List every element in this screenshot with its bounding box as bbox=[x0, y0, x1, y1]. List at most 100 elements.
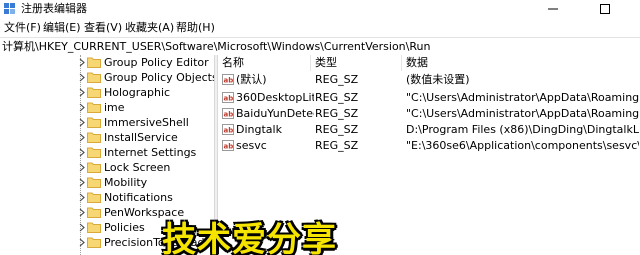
menu-view[interactable]: 查看(V) bbox=[84, 20, 122, 35]
value-name: BaiduYunDetect bbox=[236, 107, 314, 120]
tree-item-label: Policies bbox=[104, 221, 145, 234]
menu-help[interactable]: 帮助(H) bbox=[176, 20, 215, 35]
chevron-right-icon[interactable] bbox=[78, 133, 86, 142]
tree-item[interactable]: Group Policy Editor bbox=[0, 55, 214, 70]
string-value-icon: ab bbox=[222, 124, 234, 135]
svg-text:ab: ab bbox=[224, 95, 234, 103]
tree-item-label: Mobility bbox=[104, 176, 148, 189]
folder-icon bbox=[87, 147, 101, 158]
value-type: REG_SZ bbox=[315, 139, 359, 152]
value-type: REG_SZ bbox=[315, 107, 359, 120]
value-data: "C:\Users\Administrator\AppData\Roaming\… bbox=[406, 107, 639, 120]
string-value-icon: ab bbox=[222, 140, 234, 151]
value-row[interactable]: ab BaiduYunDetect REG_SZ "C:\Users\Admin… bbox=[218, 106, 640, 121]
folder-icon bbox=[87, 192, 101, 203]
tree-item[interactable]: Lock Screen bbox=[0, 160, 214, 175]
value-data: (数值未设置) bbox=[406, 73, 470, 86]
menu-favorites[interactable]: 收藏夹(A) bbox=[125, 20, 174, 35]
column-header-name[interactable]: 名称 bbox=[222, 55, 244, 71]
folder-icon bbox=[87, 222, 101, 233]
column-divider[interactable] bbox=[401, 55, 402, 71]
tree-item[interactable]: Group Policy Objects bbox=[0, 70, 214, 85]
folder-icon bbox=[87, 72, 101, 83]
window-title: 注册表编辑器 bbox=[21, 2, 87, 15]
tree-item[interactable]: ime bbox=[0, 100, 214, 115]
value-row[interactable]: ab 360DesktopLite REG_SZ "C:\Users\Admin… bbox=[218, 90, 640, 105]
tree-item[interactable]: InstallService bbox=[0, 130, 214, 145]
tree-item[interactable]: Mobility bbox=[0, 175, 214, 190]
tree-item[interactable]: PenWorkspace bbox=[0, 205, 214, 220]
chevron-right-icon[interactable] bbox=[78, 163, 86, 172]
registry-editor-icon bbox=[4, 3, 15, 14]
string-value-icon: ab bbox=[222, 92, 234, 103]
string-value-icon: ab bbox=[222, 108, 234, 119]
tree-item-label: Holographic bbox=[104, 86, 171, 99]
value-name: 360DesktopLite bbox=[236, 91, 314, 104]
column-divider[interactable] bbox=[310, 55, 311, 71]
chevron-right-icon[interactable] bbox=[78, 223, 86, 232]
column-header-type[interactable]: 类型 bbox=[315, 55, 337, 71]
folder-icon bbox=[87, 87, 101, 98]
chevron-right-icon[interactable] bbox=[78, 88, 86, 97]
menu-file[interactable]: 文件(F) bbox=[4, 20, 41, 35]
address-bar[interactable]: 计算机\HKEY_CURRENT_USER\Software\Microsoft… bbox=[0, 37, 640, 56]
chevron-right-icon[interactable] bbox=[78, 193, 86, 202]
tree-item-label: Lock Screen bbox=[104, 161, 171, 174]
chevron-right-icon[interactable] bbox=[78, 208, 86, 217]
value-name: (默认) bbox=[236, 73, 267, 86]
value-type: REG_SZ bbox=[315, 123, 359, 136]
tree-item[interactable]: Holographic bbox=[0, 85, 214, 100]
tree-item-label: Group Policy Editor bbox=[104, 56, 209, 69]
string-value-icon: ab bbox=[222, 74, 234, 85]
folder-icon bbox=[87, 132, 101, 143]
chevron-right-icon[interactable] bbox=[78, 73, 86, 82]
watermark-caption: 技术爱分享 bbox=[162, 220, 337, 255]
maximize-icon bbox=[600, 4, 610, 14]
tree-item-label: InstallService bbox=[104, 131, 178, 144]
chevron-right-icon[interactable] bbox=[78, 148, 86, 157]
chevron-right-icon[interactable] bbox=[78, 178, 86, 187]
registry-editor-window: 注册表编辑器 文件(F) 编辑(E) 查看(V) 收藏夹(A) 帮助(H) 计算… bbox=[0, 0, 640, 255]
title-bar[interactable]: 注册表编辑器 bbox=[0, 0, 640, 18]
value-row[interactable]: ab (默认) REG_SZ (数值未设置) bbox=[218, 72, 640, 87]
chevron-right-icon[interactable] bbox=[78, 118, 86, 127]
tree-item[interactable]: Internet Settings bbox=[0, 145, 214, 160]
maximize-button[interactable] bbox=[588, 0, 622, 18]
menu-bar: 文件(F) 编辑(E) 查看(V) 收藏夹(A) 帮助(H) bbox=[0, 19, 640, 36]
folder-icon bbox=[87, 117, 101, 128]
tree-item-label: ime bbox=[104, 101, 125, 114]
folder-icon bbox=[87, 237, 101, 248]
minimize-button[interactable] bbox=[536, 0, 570, 18]
folder-icon bbox=[87, 102, 101, 113]
folder-icon bbox=[87, 162, 101, 173]
value-data: "C:\Users\Administrator\AppData\Roaming\… bbox=[406, 91, 639, 104]
chevron-right-icon[interactable] bbox=[78, 103, 86, 112]
value-type: REG_SZ bbox=[315, 91, 359, 104]
chevron-right-icon[interactable] bbox=[78, 58, 86, 67]
tree-item[interactable]: Notifications bbox=[0, 190, 214, 205]
value-row[interactable]: ab Dingtalk REG_SZ D:\Program Files (x86… bbox=[218, 122, 640, 137]
folder-icon bbox=[87, 207, 101, 218]
tree-item-label: Notifications bbox=[104, 191, 173, 204]
folder-icon bbox=[87, 57, 101, 68]
column-header-data[interactable]: 数据 bbox=[406, 55, 428, 71]
menu-edit[interactable]: 编辑(E) bbox=[43, 20, 81, 35]
address-path[interactable]: 计算机\HKEY_CURRENT_USER\Software\Microsoft… bbox=[2, 39, 430, 54]
value-name: sesvc bbox=[236, 139, 267, 152]
tree-item-label: PenWorkspace bbox=[104, 206, 185, 219]
chevron-right-icon[interactable] bbox=[78, 238, 86, 247]
value-row[interactable]: ab sesvc REG_SZ "E:\360se6\Application\c… bbox=[218, 138, 640, 153]
tree-item[interactable]: ImmersiveShell bbox=[0, 115, 214, 130]
folder-icon bbox=[87, 177, 101, 188]
minimize-icon bbox=[548, 8, 558, 10]
svg-text:ab: ab bbox=[224, 77, 234, 85]
value-data: "E:\360se6\Application\components\sesvc\… bbox=[406, 139, 639, 152]
svg-text:ab: ab bbox=[224, 111, 234, 119]
svg-text:ab: ab bbox=[224, 143, 234, 151]
tree-item-label: ImmersiveShell bbox=[104, 116, 189, 129]
tree-item-label: Internet Settings bbox=[104, 146, 197, 159]
svg-text:ab: ab bbox=[224, 127, 234, 135]
value-type: REG_SZ bbox=[315, 73, 359, 86]
value-name: Dingtalk bbox=[236, 123, 282, 136]
tree-item-label: Group Policy Objects bbox=[104, 71, 214, 84]
